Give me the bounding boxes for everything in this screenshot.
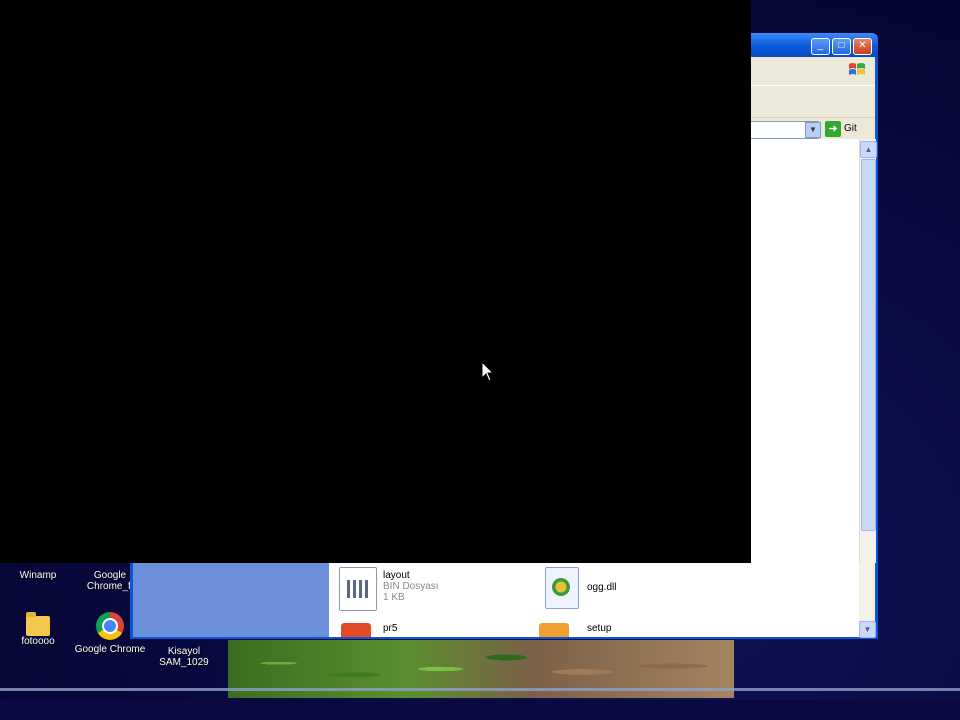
application-file-icon[interactable]	[341, 623, 371, 637]
bin-file-icon[interactable]	[339, 567, 377, 611]
desktop-icon-label: Kisayol SAM_1029	[159, 646, 209, 668]
maximize-button[interactable]: □	[832, 38, 851, 55]
minimize-button[interactable]: _	[811, 38, 830, 55]
folder-icon	[26, 612, 50, 636]
window-title-bar[interactable]: _ □ ✕	[740, 33, 878, 57]
file-name: ogg.dll	[587, 582, 617, 593]
desktop-icon-label: Google Chrome	[74, 644, 146, 655]
desktop-icon-fotoooo[interactable]: fotoooo	[2, 612, 74, 647]
explorer-window: _ □ ✕ ▼ ➜ Git ▲	[740, 33, 878, 639]
file-item-ogg-dll[interactable]: ogg.dll	[587, 582, 616, 593]
menu-bar	[743, 57, 875, 85]
vertical-scrollbar-lower[interactable]: ▼	[859, 563, 876, 638]
chrome-icon	[96, 612, 124, 640]
black-video-overlay[interactable]	[0, 0, 751, 563]
tasks-panel	[133, 563, 329, 637]
file-item-pr5[interactable]: pr5	[383, 623, 397, 634]
file-item-layout[interactable]: layout BIN Dosyası 1 KB	[383, 570, 439, 603]
go-arrow-icon[interactable]: ➜	[825, 121, 841, 137]
desktop-icon-label: Winamp	[19, 570, 57, 581]
go-button-label[interactable]: Git	[844, 123, 857, 134]
taskbar	[0, 700, 960, 720]
dll-file-icon[interactable]	[545, 567, 579, 609]
explorer-lower-area: layout BIN Dosyası 1 KB ogg.dll pr5 setu…	[130, 563, 878, 639]
scroll-up-icon[interactable]: ▲	[860, 141, 877, 158]
desktop-icon-shortcut-sam-1029[interactable]: Kisayol SAM_1029	[148, 646, 220, 668]
file-size: 1 KB	[383, 592, 405, 603]
desktop-icon-winamp[interactable]: Winamp	[2, 570, 74, 581]
file-name: layout	[383, 570, 410, 581]
scroll-thumb[interactable]	[861, 159, 876, 531]
file-name: setup	[587, 623, 612, 634]
windows-logo-icon	[849, 63, 865, 75]
address-bar: ▼ ➜ Git	[743, 117, 875, 140]
desktop-icon-label: fotoooo	[21, 636, 55, 647]
files-pane: layout BIN Dosyası 1 KB ogg.dll pr5 setu…	[329, 563, 859, 637]
mouse-cursor-icon	[481, 361, 495, 382]
setup-file-icon[interactable]	[539, 623, 569, 637]
file-item-setup[interactable]: setup	[587, 623, 611, 634]
file-type: BIN Dosyası	[383, 581, 439, 592]
chevron-down-icon[interactable]: ▼	[805, 122, 821, 138]
close-button[interactable]: ✕	[853, 38, 872, 55]
toolbar	[743, 85, 875, 118]
file-name: pr5	[383, 623, 398, 634]
taskbar-edge	[0, 688, 960, 691]
scroll-down-icon[interactable]: ▼	[859, 621, 876, 638]
